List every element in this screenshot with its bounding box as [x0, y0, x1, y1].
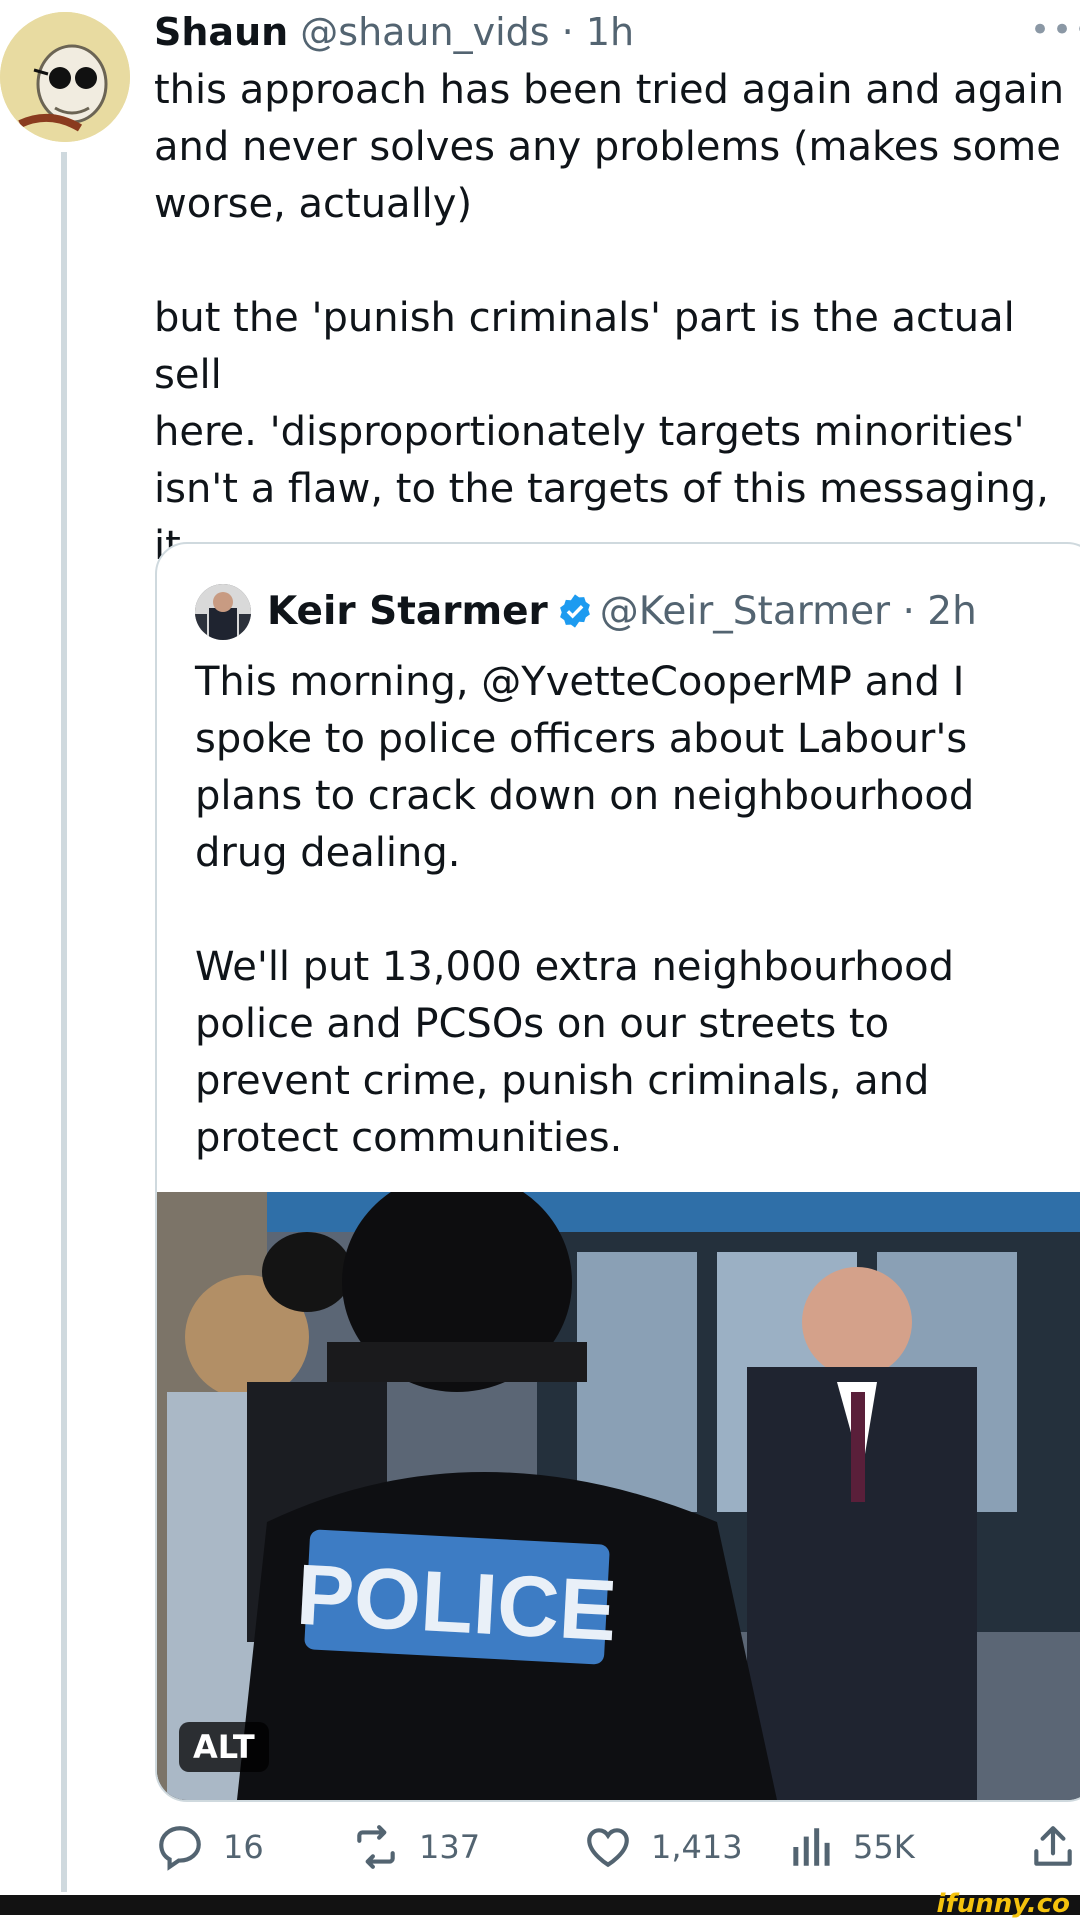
heart-icon [587, 1828, 629, 1868]
views-button[interactable]: 55K [785, 1812, 915, 1882]
quoted-tweet-text: This morning, @YvetteCooperMP and I spok… [195, 659, 975, 1161]
share-icon [1034, 1826, 1072, 1866]
reply-count: 16 [223, 1828, 264, 1866]
tweet-header: Shaun @shaun_vids · 1h [154, 8, 634, 56]
tweet-time[interactable]: · 1h [562, 10, 634, 54]
like-button[interactable]: 1,413 [583, 1812, 743, 1882]
quoted-tweet-photo[interactable]: POLICE ALT [157, 1192, 1080, 1800]
quoted-tweet-time[interactable]: · 2h [903, 589, 977, 634]
quoted-author-avatar[interactable] [195, 584, 251, 640]
quoted-tweet[interactable]: Keir Starmer @Keir_Starmer · 2h This morn… [155, 542, 1080, 1802]
views-count: 55K [853, 1828, 915, 1866]
views-icon [793, 1828, 830, 1866]
retweet-count: 137 [419, 1828, 481, 1866]
police-sign-text: POLICE [294, 1547, 619, 1660]
author-handle[interactable]: @shaun_vids [300, 10, 549, 54]
watermark-bar: ifunny.co [0, 1889, 1080, 1919]
quoted-header: Keir Starmer @Keir_Starmer · 2h [267, 584, 977, 640]
ellipsis-icon[interactable]: ••• [1030, 10, 1080, 50]
quoted-author-name[interactable]: Keir Starmer [267, 589, 548, 634]
verified-badge-icon [559, 594, 590, 628]
quoted-author-handle[interactable]: @Keir_Starmer [600, 589, 890, 634]
retweet-button[interactable]: 137 [351, 1812, 480, 1882]
like-count: 1,413 [651, 1828, 743, 1866]
action-bar: 16 137 1,413 55K [155, 1812, 1080, 1882]
retweet-icon [357, 1825, 395, 1869]
share-button[interactable] [1028, 1812, 1078, 1882]
author-avatar[interactable] [0, 12, 130, 142]
reply-button[interactable]: 16 [155, 1812, 264, 1882]
alt-badge[interactable]: ALT [179, 1722, 269, 1772]
thread-line [61, 152, 67, 1892]
author-name[interactable]: Shaun [154, 10, 288, 54]
reply-icon [159, 1826, 201, 1871]
